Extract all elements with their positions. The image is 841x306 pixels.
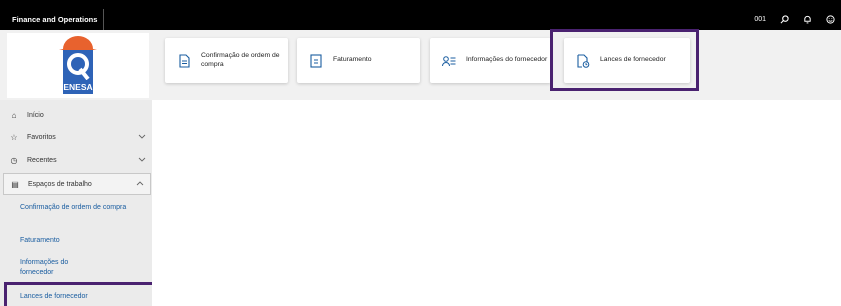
clock-icon: ◷ xyxy=(10,155,18,165)
invoice-icon xyxy=(310,53,322,68)
sidebar-item-inicio[interactable]: ⌂ Início xyxy=(0,104,152,126)
company-logo: ENESA xyxy=(7,33,149,98)
highlight-frame-sidebar xyxy=(4,282,155,306)
sidebar-item-recentes[interactable]: ◷ Recentes xyxy=(0,149,152,171)
tile-label: Informações do fornecedor xyxy=(466,56,548,64)
tile-label: Confirmação de ordem de compra xyxy=(201,52,280,68)
tile-informacoes-fornecedor[interactable]: Informações do fornecedor xyxy=(430,38,551,83)
chevron-down-icon[interactable] xyxy=(138,155,146,163)
home-icon: ⌂ xyxy=(11,110,17,120)
sidebar-item-label: Recentes xyxy=(27,156,57,164)
sidebar-item-label: Início xyxy=(27,111,44,119)
bell-icon[interactable] xyxy=(803,15,812,24)
sidebar: ⌂ Início ☆ Favoritos ◷ Recentes ▤ Espaço… xyxy=(0,100,152,306)
chevron-up-icon[interactable] xyxy=(136,180,144,188)
tile-label: Faturamento xyxy=(333,56,372,64)
sidebar-item-favoritos[interactable]: ☆ Favoritos xyxy=(0,126,152,148)
app-title[interactable]: Finance and Operations xyxy=(0,9,104,30)
sidebar-item-espacos-trabalho[interactable]: ▤ Espaços de trabalho xyxy=(3,173,151,195)
document-icon xyxy=(179,53,190,68)
company-selector[interactable]: 001 xyxy=(754,16,766,23)
workspace-banner: ENESA Confirmação de ordem de compra Fat… xyxy=(0,30,841,100)
main-content xyxy=(152,100,841,306)
sidebar-workspace-confirmacao[interactable]: Confirmação de ordem de compra xyxy=(20,203,130,213)
top-bar: Finance and Operations 001 xyxy=(0,0,841,30)
chevron-down-icon[interactable] xyxy=(138,132,146,140)
logo-text: ENESA xyxy=(63,82,93,92)
tile-confirmacao-ordem-compra[interactable]: Confirmação de ordem de compra xyxy=(165,38,288,83)
search-icon[interactable] xyxy=(780,15,789,24)
sidebar-workspace-faturamento[interactable]: Faturamento xyxy=(20,236,130,246)
sidebar-item-label: Espaços de trabalho xyxy=(28,180,92,188)
workspace-icon: ▤ xyxy=(11,179,19,189)
sidebar-item-label: Favoritos xyxy=(27,133,56,141)
top-right-controls: 001 xyxy=(754,9,835,30)
smiley-icon[interactable] xyxy=(826,15,835,24)
tile-faturamento[interactable]: Faturamento xyxy=(297,38,420,83)
sidebar-workspace-informacoes[interactable]: Informações do fornecedor xyxy=(20,258,90,278)
highlight-frame-tile xyxy=(550,29,699,91)
star-icon: ☆ xyxy=(10,132,18,142)
person-list-icon xyxy=(442,55,456,66)
